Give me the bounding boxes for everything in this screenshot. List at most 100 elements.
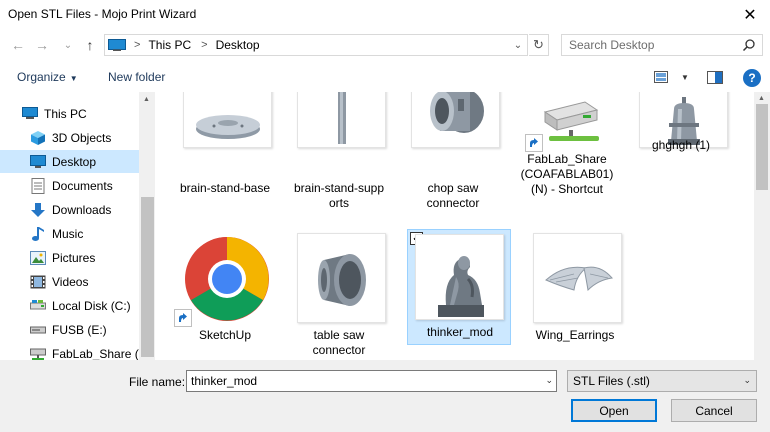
navigation-bar: ← → ⌄ ↑ > This PC > Desktop ⌄ ↻: [0, 31, 770, 59]
file-name-line: chop saw: [427, 181, 479, 195]
file-item-sketchup[interactable]: SketchUp: [170, 231, 280, 360]
file-item-fablab-share-shortcut[interactable]: FabLab_Share (COAFABLAB01) (N) - Shortcut: [512, 92, 622, 196]
file-name-line: orts: [328, 196, 349, 210]
refresh-icon: ↻: [533, 37, 544, 52]
download-arrow-icon: [30, 202, 46, 218]
sidebar-item-label: Pictures: [52, 250, 96, 265]
address-bar[interactable]: > This PC > Desktop: [104, 34, 528, 56]
file-list-scrollbar[interactable]: ▲: [754, 92, 770, 360]
stl-disc-thumbnail: [183, 92, 272, 148]
file-name: ghghgh (1): [651, 138, 711, 152]
pictures-icon: [30, 250, 46, 266]
music-note-icon: [30, 226, 46, 242]
file-name: FabLab_Share (COAFABLAB01) (N) - Shortcut: [512, 152, 622, 197]
change-view-button[interactable]: ▼: [654, 69, 689, 85]
file-name-combobox[interactable]: ⌄: [186, 370, 557, 392]
search-box[interactable]: [561, 34, 763, 56]
new-folder-label: New folder: [108, 70, 166, 84]
film-icon: [30, 274, 46, 290]
chrome-shortcut-icon: [183, 231, 272, 327]
file-item-brain-stand-base[interactable]: brain-stand-base: [170, 92, 280, 195]
back-button[interactable]: ←: [8, 35, 28, 55]
sidebar-item-desktop[interactable]: Desktop: [0, 150, 139, 173]
file-name-line: (N) - Shortcut: [530, 182, 603, 196]
dialog-footer: File name: ⌄ STL Files (.stl) ⌄ Open Can…: [0, 360, 770, 432]
sidebar-item-downloads[interactable]: Downloads: [0, 198, 139, 221]
file-item-brain-stand-supports[interactable]: brain-stand-supp orts: [284, 92, 394, 210]
file-name-input[interactable]: [191, 374, 531, 388]
organize-menu[interactable]: Organize ▼: [17, 70, 78, 84]
sidebar-item-label: Documents: [52, 178, 113, 193]
refresh-button[interactable]: ↻: [529, 34, 549, 56]
file-name: Wing_Earrings: [535, 328, 615, 342]
sidebar-item-label: Local Disk (C:): [52, 298, 131, 313]
file-item-table-saw-connector[interactable]: table saw connector: [284, 231, 394, 360]
back-arrow-icon: ←: [11, 37, 25, 53]
forward-button[interactable]: →: [32, 35, 52, 55]
chevron-right-icon: >: [201, 39, 208, 51]
chevron-down-icon[interactable]: ⌄: [545, 375, 553, 386]
sidebar-item-videos[interactable]: Videos: [0, 270, 139, 293]
recent-locations-button[interactable]: ⌄: [58, 35, 78, 55]
cube-icon: [30, 130, 46, 146]
up-button[interactable]: ↑: [80, 35, 100, 55]
sidebar-item-local-disk-c[interactable]: Local Disk (C:): [0, 294, 139, 317]
forward-arrow-icon: →: [35, 37, 49, 53]
address-dropdown-button[interactable]: ⌄: [508, 34, 528, 56]
sidebar-item-label: Downloads: [52, 202, 112, 217]
file-name: brain-stand-supp orts: [284, 181, 394, 211]
close-button[interactable]: ✕: [730, 0, 770, 30]
search-icon: [742, 39, 755, 52]
help-button[interactable]: ?: [743, 69, 761, 87]
sidebar-item-label: FUSB (E:): [52, 322, 107, 337]
usb-drive-icon: [30, 322, 46, 338]
file-item-thinker-mod[interactable]: ✓ thinker_mod: [407, 229, 511, 345]
stl-connector-thumbnail: [411, 92, 500, 148]
up-arrow-icon: ↑: [86, 37, 94, 53]
sidebar-scroll-thumb[interactable]: [141, 197, 154, 357]
chevron-down-icon: ⌄: [743, 375, 751, 385]
file-name-line: (COAFABLAB01): [520, 167, 614, 181]
file-name-label: File name:: [129, 375, 186, 389]
chevron-down-icon: ⌄: [63, 39, 73, 51]
preview-pane-button[interactable]: [707, 69, 723, 85]
sidebar-item-3d-objects[interactable]: 3D Objects: [0, 126, 139, 149]
file-list: brain-stand-base brain-stand-supp orts ch…: [156, 92, 754, 360]
sidebar-item-music[interactable]: Music: [0, 222, 139, 245]
stl-thinker-thumbnail: [415, 234, 504, 320]
file-name: SketchUp: [198, 328, 252, 342]
preview-pane-icon: [707, 70, 723, 84]
sidebar-item-documents[interactable]: Documents: [0, 174, 139, 197]
file-type-select[interactable]: STL Files (.stl) ⌄: [567, 370, 757, 392]
breadcrumb-this-pc[interactable]: This PC: [148, 38, 191, 52]
file-item-chop-saw-connector[interactable]: chop saw connector: [398, 92, 508, 210]
scroll-up-icon[interactable]: ▲: [758, 95, 765, 102]
open-button[interactable]: Open: [571, 399, 657, 422]
breadcrumb-desktop[interactable]: Desktop: [216, 38, 260, 52]
file-item-ghghgh-1[interactable]: ghghgh (1): [626, 92, 736, 186]
scroll-up-icon[interactable]: ▲: [143, 96, 150, 103]
file-name-line: table saw: [313, 328, 365, 342]
documents-icon: [30, 177, 46, 194]
close-icon: ✕: [743, 7, 757, 24]
sidebar-item-label: This PC: [44, 106, 87, 121]
file-name-line: connector: [312, 343, 366, 357]
file-name: chop saw connector: [398, 181, 508, 211]
sidebar-item-this-pc[interactable]: This PC: [0, 102, 139, 125]
stl-wing-thumbnail: [533, 233, 622, 323]
new-folder-button[interactable]: New folder: [108, 70, 165, 84]
sidebar-item-fablab-share[interactable]: FabLab_Share (\\: [0, 342, 145, 361]
cancel-button[interactable]: Cancel: [671, 399, 757, 422]
file-name: thinker_mod: [426, 325, 494, 339]
search-input[interactable]: [569, 38, 739, 52]
file-name: brain-stand-base: [179, 181, 271, 195]
sidebar-scrollbar[interactable]: ▲: [139, 92, 155, 360]
sidebar-item-fusb-e[interactable]: FUSB (E:): [0, 318, 139, 341]
file-item-wing-earrings[interactable]: Wing_Earrings: [520, 231, 630, 360]
open-label: Open: [599, 403, 629, 418]
shortcut-arrow-icon: [525, 134, 543, 152]
network-drive-icon: [30, 346, 46, 361]
sidebar-item-pictures[interactable]: Pictures: [0, 246, 139, 269]
sidebar-item-label: 3D Objects: [52, 130, 112, 145]
file-list-scroll-thumb[interactable]: [756, 104, 768, 190]
